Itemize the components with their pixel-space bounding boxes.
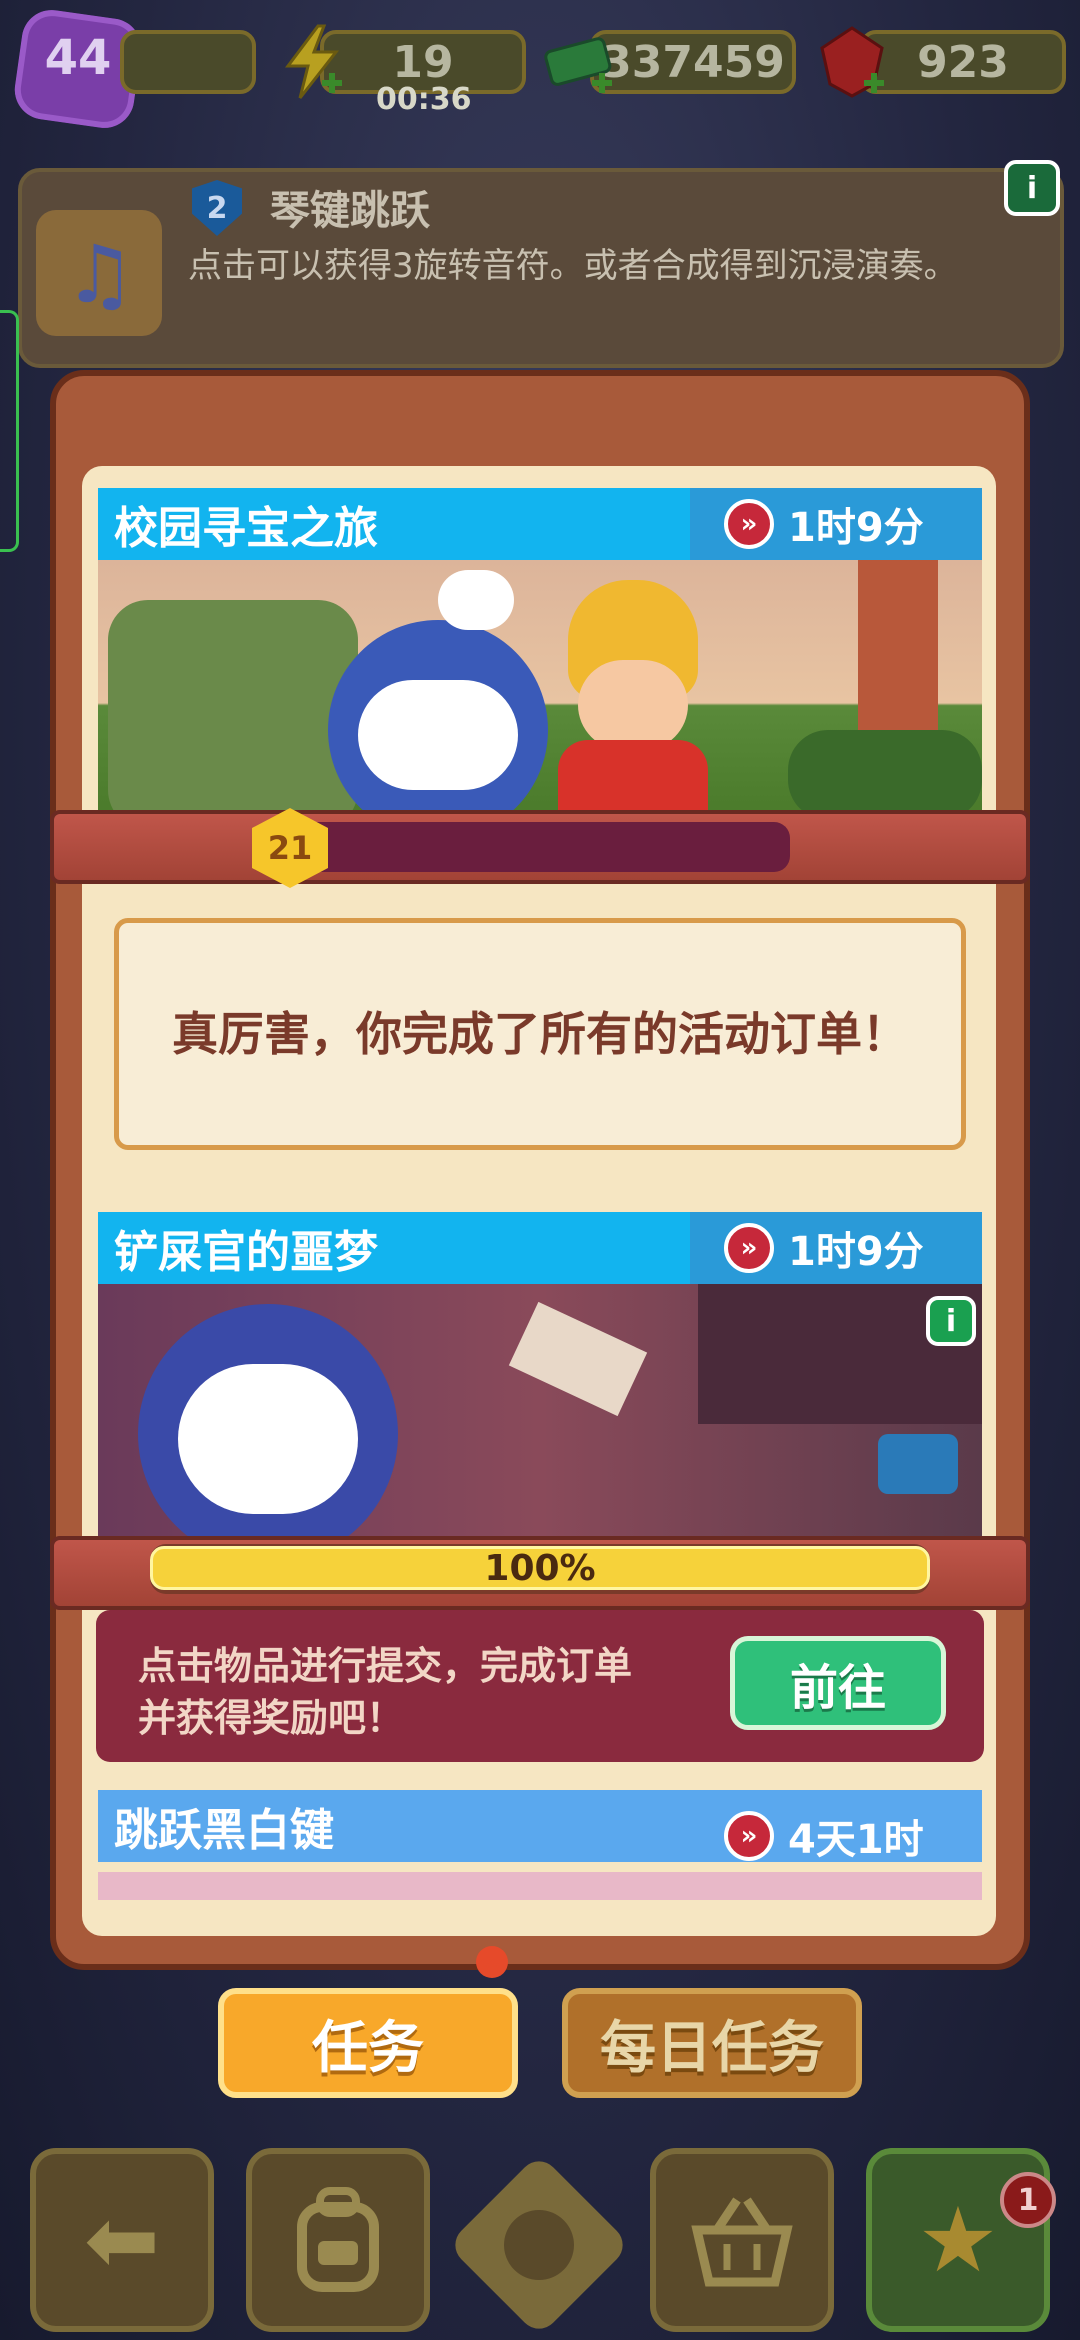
event-art-nightmare bbox=[98, 1284, 982, 1544]
music-note-icon: ♫ bbox=[64, 228, 136, 321]
tab-daily-tasks[interactable]: 每日任务 bbox=[562, 1988, 862, 2098]
clock-icon: » bbox=[724, 1223, 774, 1273]
top-resource-bar: 44 19 00:36 337459 923 bbox=[0, 0, 1080, 150]
back-arrow-icon: ⬅ bbox=[84, 2187, 160, 2293]
tab-tasks[interactable]: 任务 bbox=[218, 1988, 518, 2098]
event-timer: » 1时9分 bbox=[724, 1212, 924, 1284]
event-name: 铲屎官的噩梦 bbox=[114, 1227, 378, 1278]
completion-message: 真厉害，你完成了所有的活动订单！ bbox=[114, 918, 966, 1150]
red-character bbox=[558, 740, 708, 820]
event-art-campus bbox=[98, 560, 982, 820]
shop-button[interactable] bbox=[650, 2148, 834, 2332]
star-icon: ★ bbox=[917, 2187, 999, 2293]
event-level: 21 bbox=[267, 829, 313, 867]
event-info-icon[interactable]: i bbox=[926, 1296, 976, 1346]
gem-value: 923 bbox=[917, 36, 1009, 88]
submit-instruction: 点击物品进行提交，完成订单并获得奖励吧！ bbox=[138, 1644, 633, 1740]
thought-bubble bbox=[438, 570, 514, 630]
cash-pill[interactable]: 337459 bbox=[590, 30, 796, 94]
backpack-icon bbox=[297, 2187, 379, 2292]
music-note-tile: ♫ bbox=[36, 210, 162, 336]
notification-dot bbox=[476, 1946, 508, 1978]
cash-icon bbox=[544, 37, 612, 93]
event-name: 跳跃黑白键 bbox=[114, 1805, 334, 1856]
clock-icon: » bbox=[724, 499, 774, 549]
plant-basket bbox=[108, 600, 358, 820]
current-order-description: 点击可以获得3旋转音符。或者合成得到沉浸演奏。 bbox=[188, 246, 958, 286]
event-progress-label: 100% bbox=[484, 1548, 596, 1589]
basket-icon bbox=[691, 2197, 793, 2287]
chest-icon bbox=[878, 1434, 958, 1494]
event-timer-text: 1时9分 bbox=[788, 505, 924, 551]
energy-timer: 00:36 bbox=[376, 82, 472, 117]
lightning-icon bbox=[285, 24, 342, 99]
bear-icon bbox=[504, 2210, 574, 2280]
event-name: 校园寻宝之旅 bbox=[114, 503, 378, 554]
event-timer-text: 4天1时 bbox=[788, 1817, 924, 1863]
ruby-icon bbox=[820, 26, 884, 98]
event-art-piano bbox=[98, 1872, 982, 1900]
star-badge: 1 bbox=[1000, 2172, 1056, 2228]
energy-value: 19 bbox=[392, 36, 454, 88]
event-timer: » 4天1时 bbox=[724, 1800, 924, 1872]
xp-bar bbox=[120, 30, 256, 94]
info-icon[interactable]: i bbox=[1004, 160, 1060, 216]
shield-number: 2 bbox=[206, 190, 228, 226]
back-button[interactable]: ⬅ bbox=[30, 2148, 214, 2332]
goto-button[interactable]: 前往 bbox=[730, 1636, 946, 1730]
backpack-button[interactable] bbox=[246, 2148, 430, 2332]
current-order-title: 琴键跳跃 bbox=[270, 188, 430, 234]
completion-text: 真厉害，你完成了所有的活动订单！ bbox=[172, 1007, 908, 1061]
side-tab[interactable] bbox=[0, 310, 19, 552]
level-progress-track bbox=[300, 822, 790, 872]
event-timer-text: 1时9分 bbox=[788, 1229, 924, 1275]
event-timer: » 1时9分 bbox=[724, 488, 924, 560]
clock-icon: » bbox=[724, 1811, 774, 1861]
cash-value: 337459 bbox=[601, 36, 785, 88]
